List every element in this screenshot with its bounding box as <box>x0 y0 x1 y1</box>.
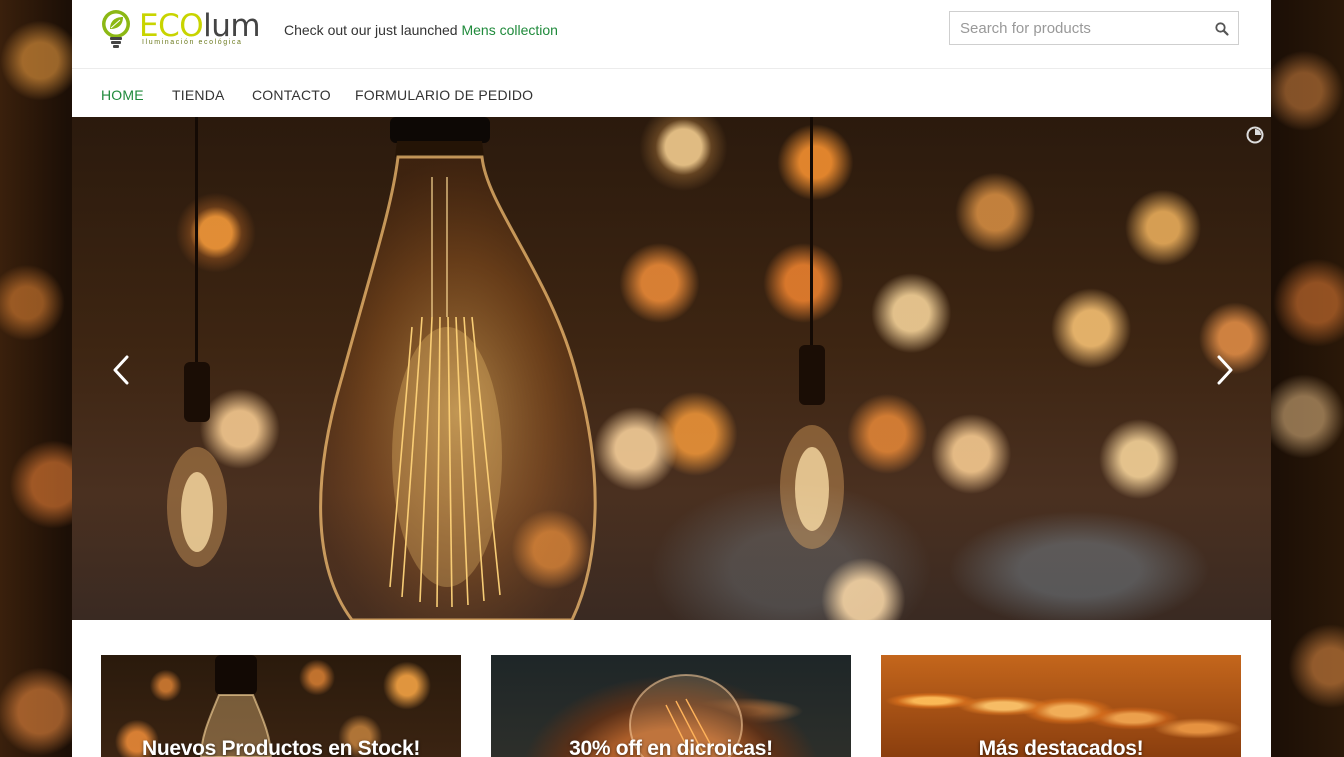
tile-title: Más destacados! <box>978 737 1144 757</box>
hero-slider <box>72 117 1271 620</box>
pendant-bulb-image <box>167 117 227 567</box>
logo-tagline: Iluminación ecológica <box>142 39 243 46</box>
slider-next-arrow[interactable] <box>1210 353 1238 387</box>
slider-prev-arrow[interactable] <box>108 353 136 387</box>
search-input[interactable] <box>950 12 1220 44</box>
promo-text: Check out our just launched <box>284 22 462 38</box>
promo-tile-new-products[interactable]: Nuevos Productos en Stock! <box>101 655 461 757</box>
edison-bulb-image <box>319 117 597 620</box>
nav-item-formulario[interactable]: FORMULARIO DE PEDIDO <box>355 87 533 103</box>
tile-title: 30% off en dicroicas! <box>569 737 773 757</box>
slider-pause-icon[interactable] <box>1246 126 1264 144</box>
promo-tile-discount[interactable]: 30% off en dicroicas! <box>491 655 851 757</box>
search-icon[interactable] <box>1214 21 1230 37</box>
nav-item-contacto[interactable]: CONTACTO <box>252 87 331 103</box>
main-nav: HOME TIENDA CONTACTO FORMULARIO DE PEDID… <box>72 69 1271 117</box>
pendant-bulb-image <box>780 117 844 549</box>
promo-link[interactable]: Mens collection <box>461 22 558 38</box>
nav-item-home[interactable]: HOME <box>101 87 144 103</box>
nav-item-tienda[interactable]: TIENDA <box>172 87 225 103</box>
page-container: ECOlum Iluminación ecológica Check out o… <box>72 0 1271 757</box>
tile-title: Nuevos Productos en Stock! <box>141 737 421 757</box>
site-logo[interactable]: ECOlum Iluminación ecológica <box>101 9 261 49</box>
bulb-leaf-icon <box>102 10 130 48</box>
promo-message: Check out our just launched Mens collect… <box>284 22 558 38</box>
promo-tile-featured[interactable]: Más destacados! <box>881 655 1241 757</box>
logo-wordmark: ECOlum <box>139 9 261 43</box>
search-box <box>949 11 1239 45</box>
site-header: ECOlum Iluminación ecológica Check out o… <box>72 0 1271 69</box>
